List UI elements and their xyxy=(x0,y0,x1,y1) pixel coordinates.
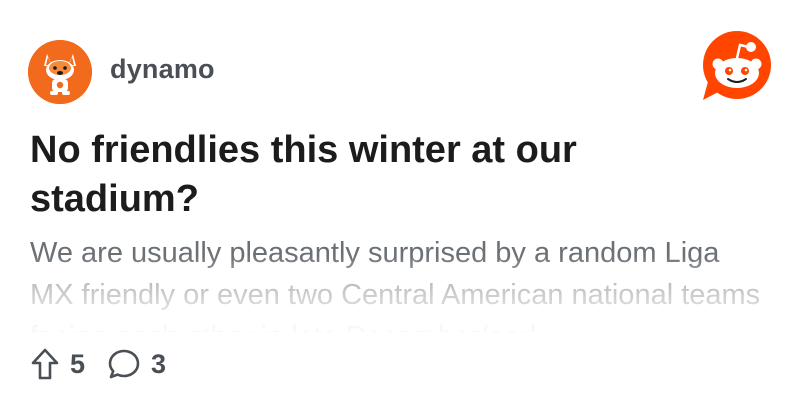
post-body-preview: We are usually pleasantly surprised by a… xyxy=(30,237,761,332)
upvote-button[interactable]: 5 xyxy=(30,347,85,381)
upvote-count: 5 xyxy=(70,348,86,379)
author-username[interactable]: dynamo xyxy=(110,54,215,85)
comment-count: 3 xyxy=(151,348,167,379)
post-title[interactable]: No friendlies this winter at our stadium… xyxy=(30,126,750,224)
comment-bubble-icon xyxy=(108,349,140,379)
comments-button[interactable]: 3 xyxy=(107,347,166,381)
fox-mascot-icon xyxy=(28,40,92,104)
post-header: dynamo xyxy=(28,40,772,104)
author-avatar[interactable] xyxy=(28,40,92,104)
upvote-arrow-icon xyxy=(31,348,59,380)
post-stats: 5 3 xyxy=(30,344,188,384)
reddit-logo-icon xyxy=(703,31,771,100)
